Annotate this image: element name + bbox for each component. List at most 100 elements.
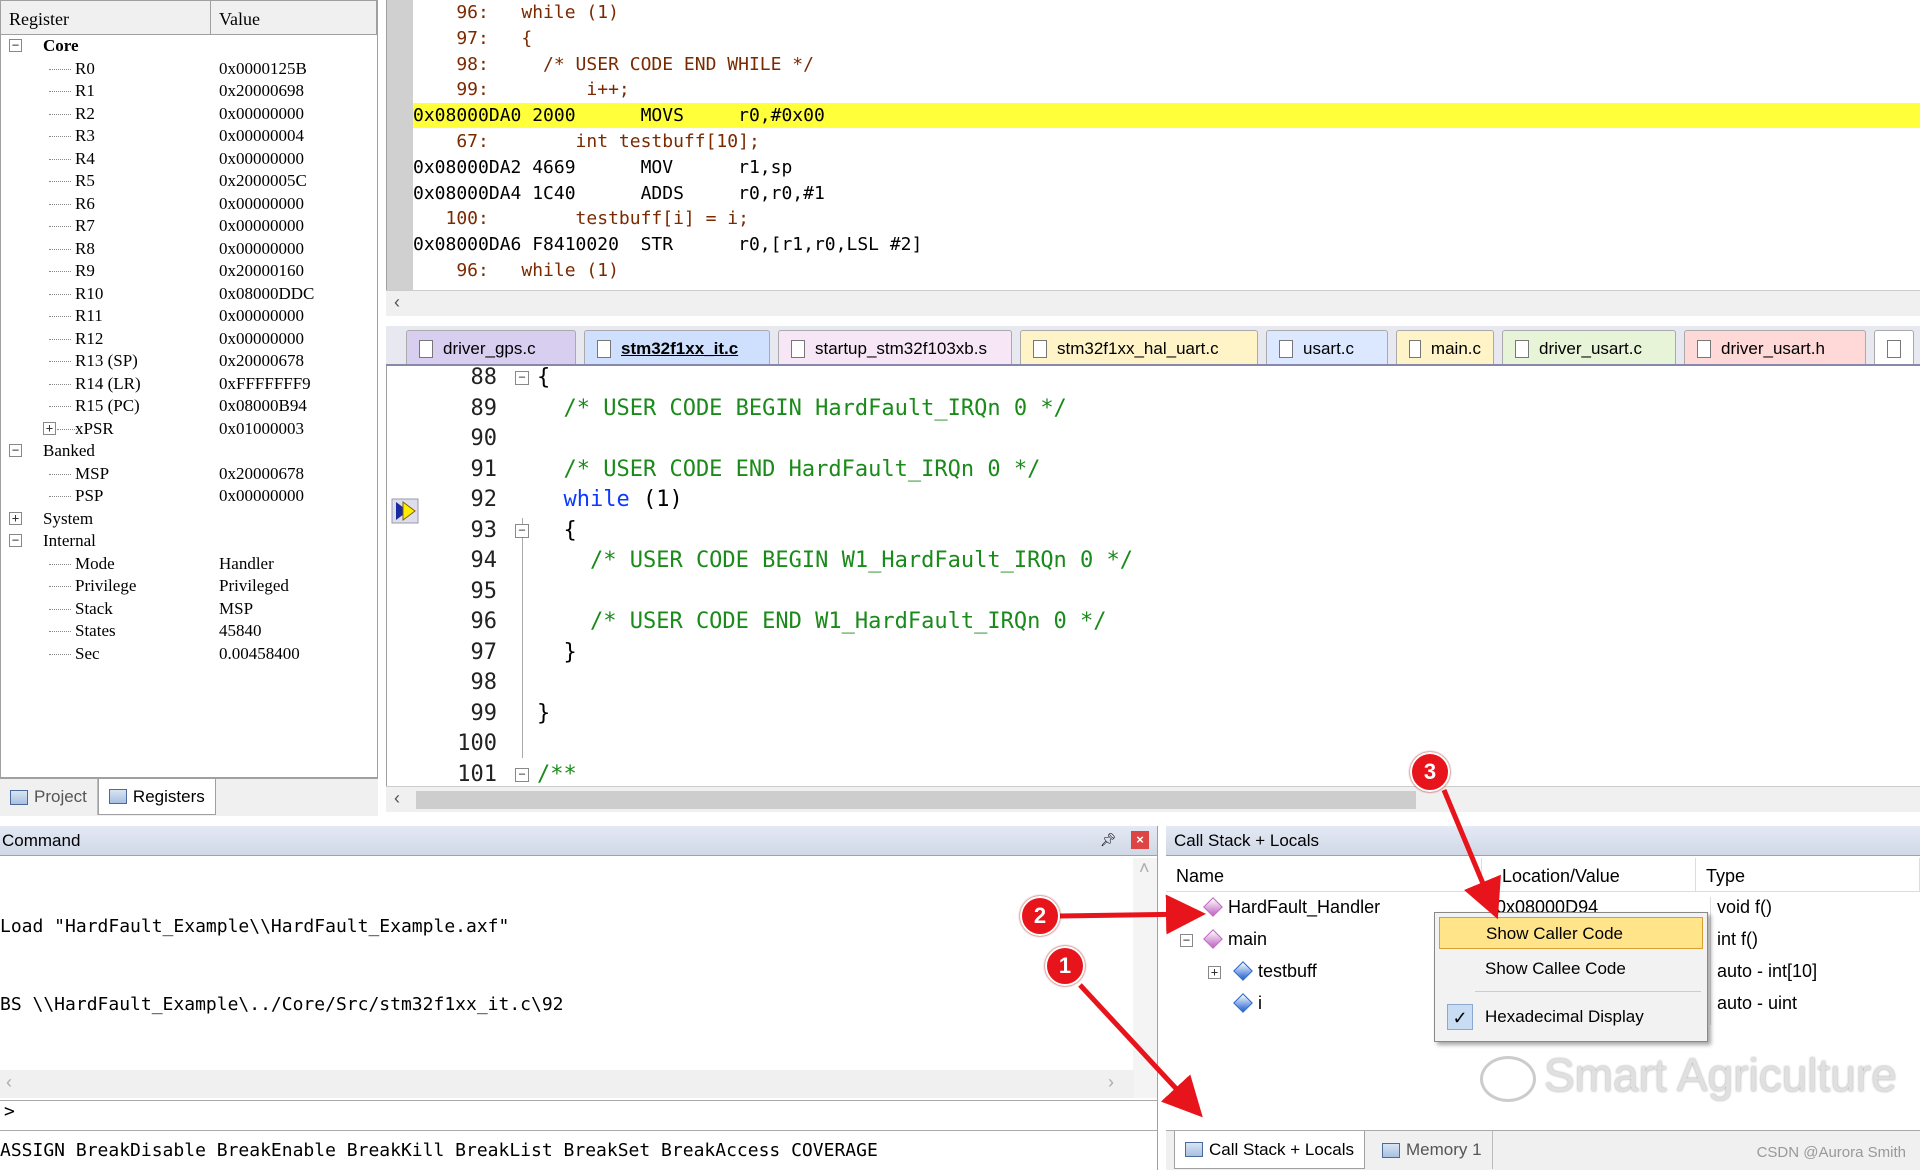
register-row[interactable]: R5 0x2000005C xyxy=(1,170,377,193)
collapse-icon[interactable]: − xyxy=(9,39,22,52)
tab-stm32f1xx-it-c[interactable]: stm32f1xx_it.c xyxy=(584,330,770,364)
fold-toggle-icon[interactable]: − xyxy=(515,371,529,385)
disassembly-line[interactable]: 0x08000DA6 F8410020 STR r0,[r1,r0,LSL #2… xyxy=(413,232,1920,257)
current-instruction-line[interactable]: 0x08000DA0 2000 MOVS r0,#0x00 xyxy=(413,103,1920,129)
register-row[interactable]: R14 (LR) 0xFFFFFFF9 xyxy=(1,373,377,396)
type-column-header[interactable]: Type xyxy=(1696,858,1920,891)
register-row[interactable]: + xPSR 0x01000003 xyxy=(1,418,377,441)
code-line[interactable]: 90 xyxy=(387,424,1920,455)
code-line[interactable]: 89 /* USER CODE BEGIN HardFault_IRQn 0 *… xyxy=(387,394,1920,425)
register-row[interactable]: R2 0x00000000 xyxy=(1,103,377,126)
tab-driver-usart-c[interactable]: driver_usart.c xyxy=(1502,330,1676,364)
register-row[interactable]: R7 0x00000000 xyxy=(1,215,377,238)
tab-startup-stm32f103xb-s[interactable]: startup_stm32f103xb.s xyxy=(778,330,1012,364)
disassembly-line[interactable]: 67: int testbuff[10]; xyxy=(413,129,1920,154)
pin-icon[interactable]: 📌︎ xyxy=(1099,831,1117,849)
code-line[interactable]: 94 /* USER CODE BEGIN W1_HardFault_IRQn … xyxy=(387,546,1920,577)
code-line[interactable]: 88 {− xyxy=(387,366,1920,394)
editor-scroll-thumb[interactable] xyxy=(416,791,1416,809)
menu-show-caller-code[interactable]: Show Caller Code xyxy=(1439,917,1703,949)
scroll-left-icon[interactable]: ‹ xyxy=(394,292,400,313)
command-vertical-scrollbar[interactable]: ˄ xyxy=(1133,858,1157,1098)
name-column-header[interactable]: Name xyxy=(1166,858,1482,891)
expand-icon[interactable]: + xyxy=(1208,966,1221,979)
expand-icon[interactable]: + xyxy=(9,511,22,525)
register-row[interactable]: Privilege Privileged xyxy=(1,575,377,598)
register-row[interactable]: R10 0x08000DDC xyxy=(1,283,377,306)
disassembly-horizontal-scrollbar[interactable]: ‹ xyxy=(386,290,1920,316)
disassembly-line[interactable]: 100: testbuff[i] = i; xyxy=(413,206,1920,231)
scroll-left-icon[interactable]: ‹ xyxy=(6,1072,12,1093)
disassembly-line[interactable]: 0x08000DA4 1C40 ADDS r0,r0,#1 xyxy=(413,181,1920,206)
collapse-icon[interactable]: − xyxy=(1180,934,1193,947)
scroll-up-icon[interactable]: ˄ xyxy=(1139,858,1150,879)
code-line[interactable]: 101 /** − xyxy=(387,760,1920,787)
code-line[interactable]: 95 xyxy=(387,577,1920,608)
register-row[interactable]: Sec 0.00458400 xyxy=(1,643,377,666)
tab-driver-gps-c[interactable]: driver_gps.c xyxy=(406,330,576,364)
menu-show-callee-code[interactable]: Show Callee Code xyxy=(1439,953,1703,985)
code-line[interactable]: 99} xyxy=(387,699,1920,730)
expand-icon[interactable]: + xyxy=(43,421,56,435)
disassembly-line[interactable]: 97: { xyxy=(413,26,1920,51)
disassembly-line[interactable]: 96: while (1) xyxy=(413,0,1920,25)
close-icon[interactable]: × xyxy=(1131,831,1149,849)
disassembly-pane[interactable]: 96: while (1) 97: { 98: /* USER CODE END… xyxy=(386,0,1920,290)
value-column-header[interactable]: Value xyxy=(211,1,377,34)
scroll-right-icon[interactable]: › xyxy=(1108,1072,1114,1093)
editor-horizontal-scrollbar[interactable]: ‹ xyxy=(386,786,1920,812)
code-line[interactable]: 92 while (1) xyxy=(387,485,1920,516)
code-line[interactable]: 96 /* USER CODE END W1_HardFault_IRQn 0 … xyxy=(387,607,1920,638)
tab-memory-1[interactable]: Memory 1 xyxy=(1372,1131,1493,1169)
register-row[interactable]: PSP 0x00000000 xyxy=(1,485,377,508)
register-row[interactable]: R4 0x00000000 xyxy=(1,148,377,171)
register-row[interactable]: R13 (SP) 0x20000678 xyxy=(1,350,377,373)
register-row[interactable]: R0 0x0000125B xyxy=(1,58,377,81)
register-row[interactable]: States 45840 xyxy=(1,620,377,643)
tab-stm32f1xx-hal-uart-c[interactable]: stm32f1xx_hal_uart.c xyxy=(1020,330,1258,364)
code-line[interactable]: 93 {− xyxy=(387,516,1920,547)
collapse-icon[interactable]: − xyxy=(9,534,22,547)
command-input[interactable]: > xyxy=(0,1100,1158,1130)
register-group[interactable]: + System xyxy=(1,508,377,531)
register-row[interactable]: Stack MSP xyxy=(1,598,377,621)
register-column-header[interactable]: Register xyxy=(1,1,211,34)
tab-main-c[interactable]: main.c xyxy=(1396,330,1494,364)
register-row[interactable]: R9 0x20000160 xyxy=(1,260,377,283)
fold-toggle-icon[interactable]: − xyxy=(515,523,529,538)
tab-usart-c[interactable]: usart.c xyxy=(1266,330,1388,364)
register-row[interactable]: R1 0x20000698 xyxy=(1,80,377,103)
disassembly-line[interactable]: 96: while (1) xyxy=(413,258,1920,283)
tab-callstack-locals[interactable]: Call Stack + Locals xyxy=(1174,1131,1366,1169)
register-row[interactable]: R12 0x00000000 xyxy=(1,328,377,351)
register-row[interactable]: Mode Handler xyxy=(1,553,377,576)
scroll-left-icon[interactable]: ‹ xyxy=(394,788,400,809)
register-group[interactable]: − Core xyxy=(1,35,377,58)
register-group[interactable]: − Internal xyxy=(1,530,377,553)
register-row[interactable]: MSP 0x20000678 xyxy=(1,463,377,486)
register-row[interactable]: R11 0x00000000 xyxy=(1,305,377,328)
collapse-icon[interactable]: − xyxy=(9,444,22,457)
code-line[interactable]: 91 /* USER CODE END HardFault_IRQn 0 */ xyxy=(387,455,1920,486)
code-line[interactable]: 100 xyxy=(387,729,1920,760)
tab-registers[interactable]: Registers xyxy=(97,779,216,815)
tab-overflow[interactable] xyxy=(1874,330,1914,364)
disassembly-line[interactable]: 98: /* USER CODE END WHILE */ xyxy=(413,52,1920,77)
register-value: 0x00000000 xyxy=(219,328,304,348)
fold-toggle-icon[interactable]: − xyxy=(515,767,529,782)
code-line[interactable]: 97 } xyxy=(387,638,1920,669)
source-editor[interactable]: 88{−89 /* USER CODE BEGIN HardFault_IRQn… xyxy=(386,366,1920,786)
tab-project[interactable]: Project xyxy=(0,779,98,815)
code-line[interactable]: 98 xyxy=(387,668,1920,699)
register-row[interactable]: R8 0x00000000 xyxy=(1,238,377,261)
register-group[interactable]: − Banked xyxy=(1,440,377,463)
register-row[interactable]: R3 0x00000004 xyxy=(1,125,377,148)
register-row[interactable]: R15 (PC) 0x08000B94 xyxy=(1,395,377,418)
register-row[interactable]: R6 0x00000000 xyxy=(1,193,377,216)
menu-hexadecimal-display[interactable]: ✓ Hexadecimal Display xyxy=(1439,1001,1703,1033)
command-horizontal-scrollbar[interactable]: ‹ › xyxy=(0,1070,1134,1098)
tab-driver-usart-h[interactable]: driver_usart.h xyxy=(1684,330,1866,364)
disassembly-line[interactable]: 0x08000DA2 4669 MOV r1,sp xyxy=(413,155,1920,180)
disassembly-line[interactable]: 99: i++; xyxy=(413,77,1920,102)
location-column-header[interactable]: Location/Value xyxy=(1482,858,1696,891)
